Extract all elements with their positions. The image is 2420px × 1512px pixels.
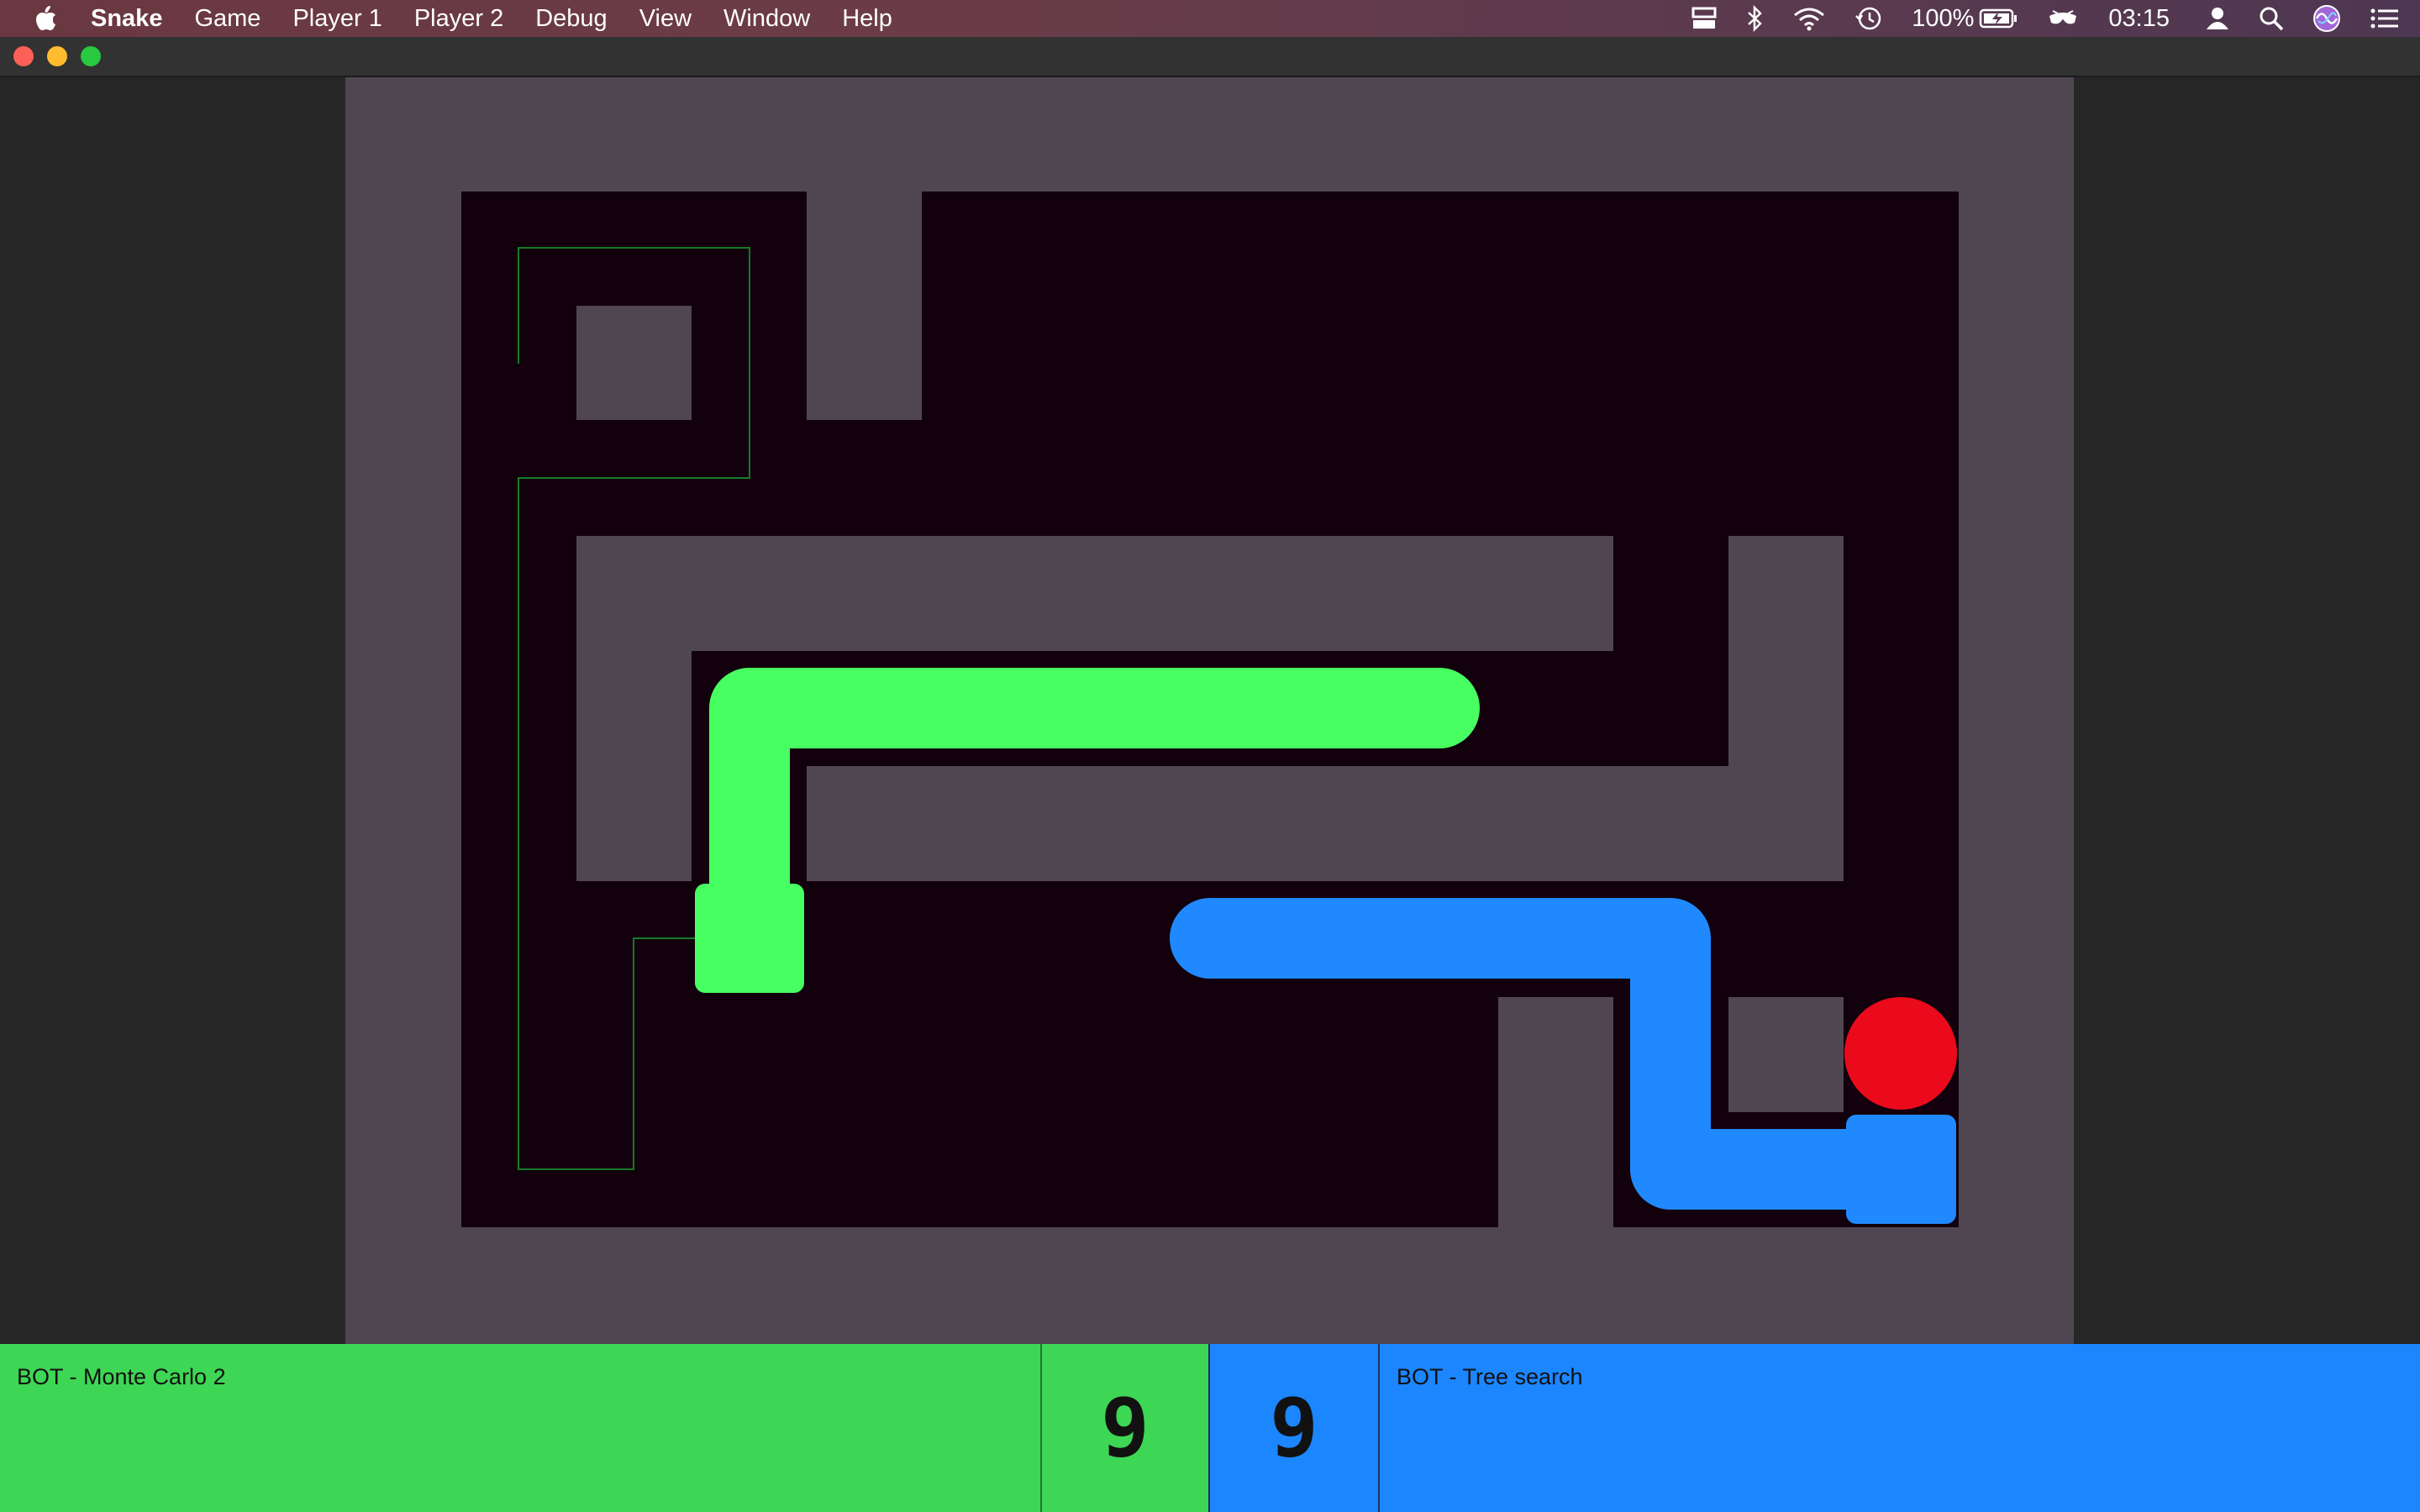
wall-block [1498, 997, 1613, 1227]
player2-panel: BOT - Tree search [1380, 1344, 2420, 1512]
player1-panel: BOT - Monte Carlo 2 [0, 1344, 1040, 1512]
player1-snake-head [695, 884, 804, 993]
player2-name: BOT - Tree search [1397, 1364, 1583, 1389]
wall-block [807, 192, 922, 420]
player1-name: BOT - Monte Carlo 2 [17, 1364, 226, 1389]
food-apple [1844, 997, 1957, 1110]
wall-block [576, 536, 1613, 651]
wall-block [576, 651, 692, 881]
wall-block [807, 766, 1844, 881]
player2-score: 9 [1208, 1344, 1380, 1512]
player2-snake-head [1846, 1115, 1956, 1224]
wall-block [576, 306, 692, 420]
player1-score: 9 [1040, 1344, 1208, 1512]
wall-block [1728, 997, 1844, 1112]
game-board [345, 77, 2074, 1344]
